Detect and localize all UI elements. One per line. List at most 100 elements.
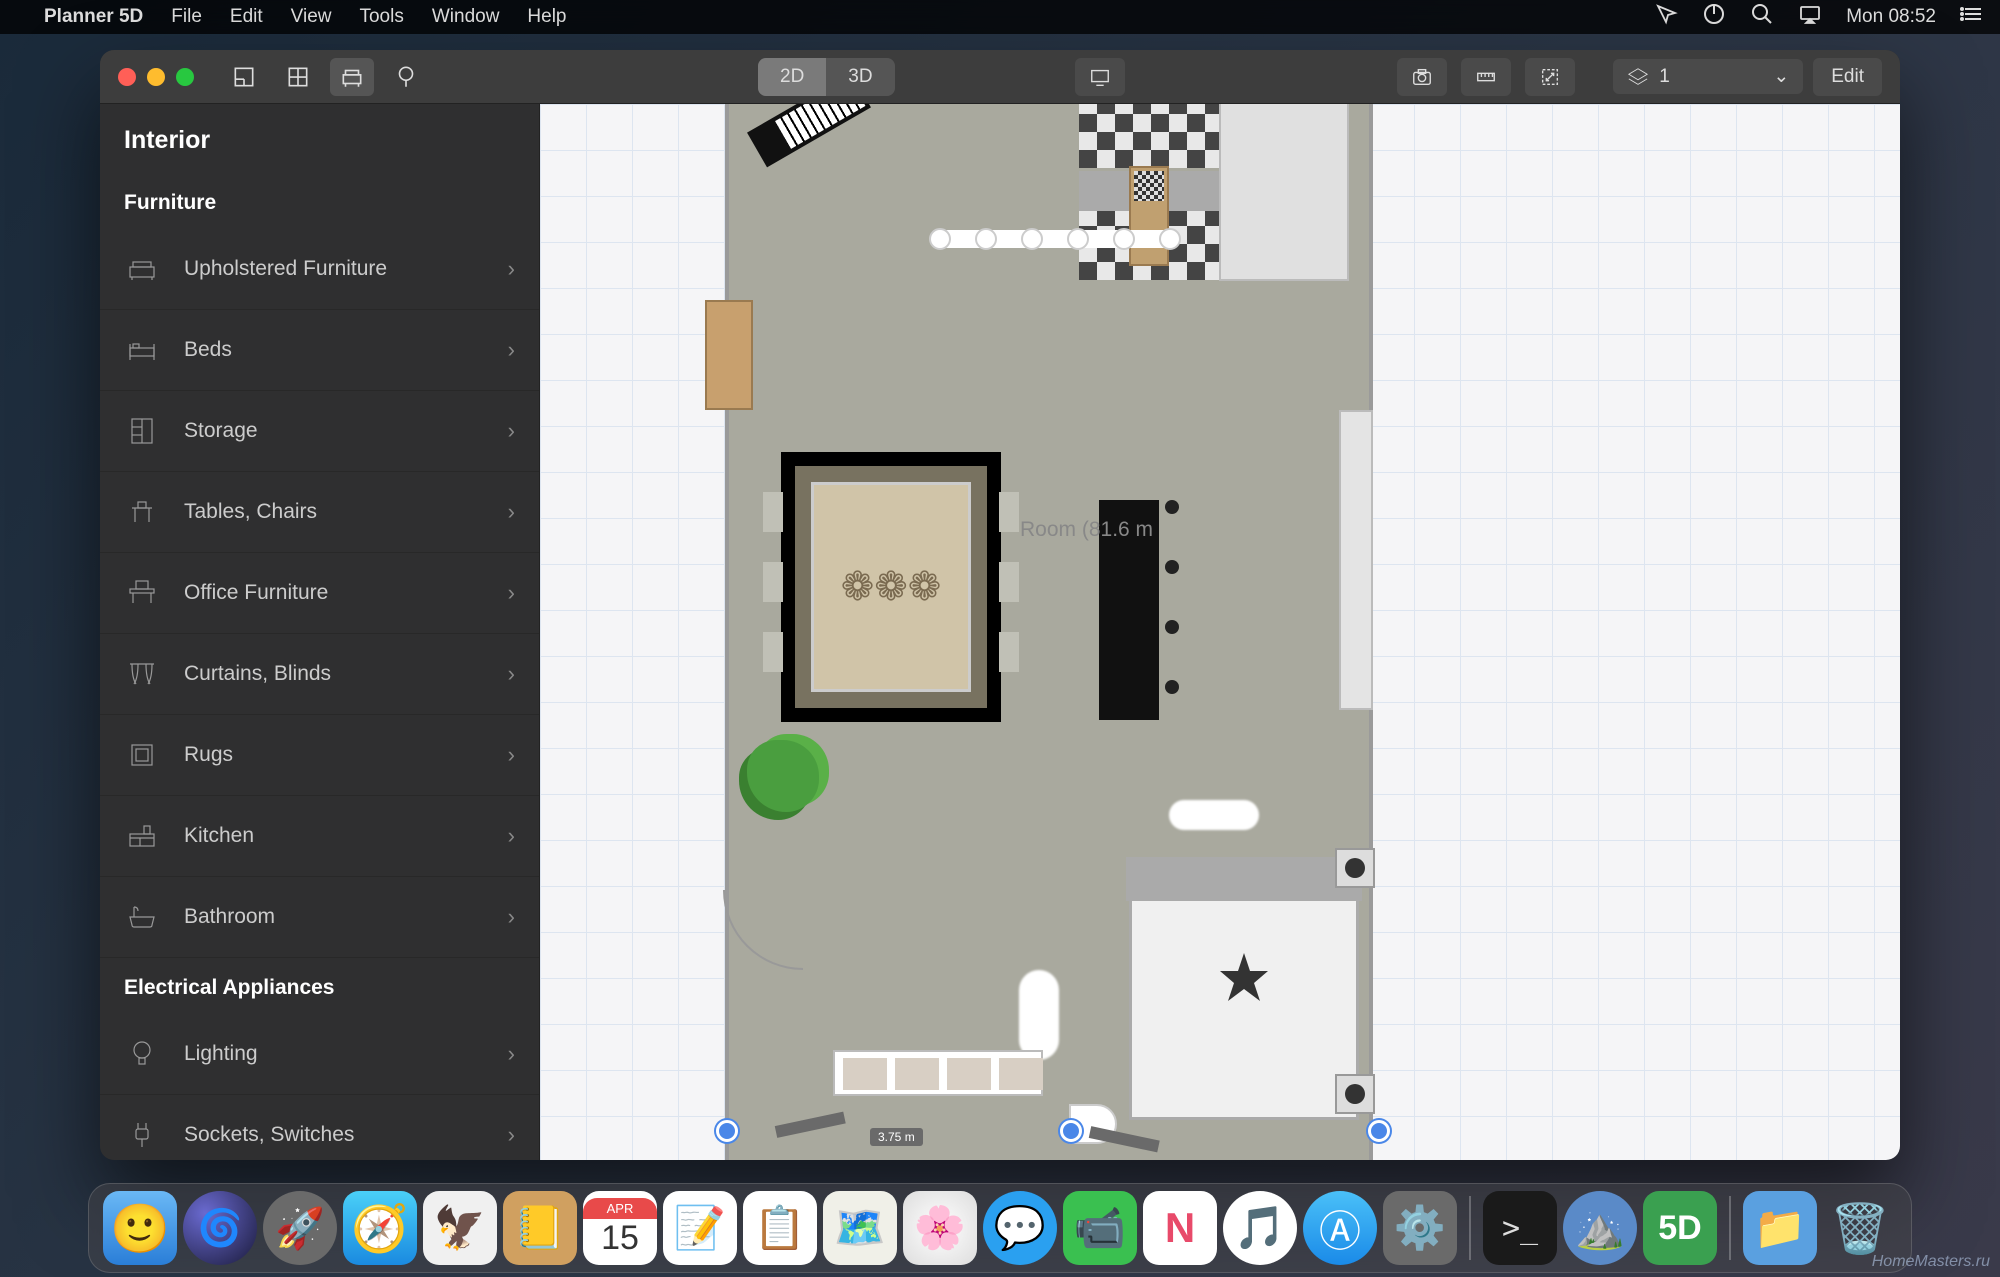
sidebar-item-tables[interactable]: Tables, Chairs › [100,472,539,553]
wall-handle[interactable] [716,1120,738,1142]
curtain-icon [124,656,160,692]
lightbulb-icon [124,1036,160,1072]
menu-list-icon[interactable] [1960,2,1984,32]
sidebar-item-curtains[interactable]: Curtains, Blinds › [100,634,539,715]
power-icon[interactable] [1702,2,1726,32]
layers-dropdown[interactable]: 1 ⌄ [1613,59,1803,94]
plug-icon [124,1117,160,1153]
furn-shelf[interactable] [705,300,753,410]
app-name[interactable]: Planner 5D [44,6,143,28]
sidebar-item-label: Kitchen [184,824,254,848]
room-area[interactable]: ❁❁❁ [725,104,1373,1160]
sidebar-item-bathroom[interactable]: Bathroom › [100,877,539,958]
edit-button[interactable]: Edit [1813,58,1882,96]
furn-living-set[interactable] [1079,104,1359,336]
door-arc[interactable] [723,890,803,970]
window-titlebar: 2D 3D 1 ⌄ Edit [100,50,1900,104]
minimize-button[interactable] [147,68,165,86]
furn-stool[interactable] [1165,620,1179,634]
sidebar-item-label: Lighting [184,1042,258,1066]
dock-separator [1469,1196,1471,1260]
tool-tree-icon[interactable] [384,58,428,96]
dock-reminders-icon[interactable]: 📋 [743,1191,817,1265]
sidebar-item-beds[interactable]: Beds › [100,310,539,391]
tool-render-icon[interactable] [1075,58,1125,96]
furn-bed[interactable] [1129,860,1359,1120]
dock-planner5d-icon[interactable]: 5D [1643,1191,1717,1265]
dock-photos-icon[interactable]: 🌸 [903,1191,977,1265]
furn-dining-rug[interactable]: ❁❁❁ [781,452,1001,722]
sidebar-item-storage[interactable]: Storage › [100,391,539,472]
menu-help[interactable]: Help [527,6,566,28]
dock-appstore-icon[interactable]: Ⓐ [1303,1191,1377,1265]
furn-stool[interactable] [1165,680,1179,694]
dock-notes-icon[interactable]: 📝 [663,1191,737,1265]
dock-finder-icon[interactable]: 🙂 [103,1191,177,1265]
dock-maps-icon[interactable]: 🗺️ [823,1191,897,1265]
menu-edit[interactable]: Edit [230,6,263,28]
sidebar-item-label: Sockets, Switches [184,1123,354,1147]
furn-nightstand[interactable] [1335,1074,1375,1114]
dock-contacts-icon[interactable]: 📒 [503,1191,577,1265]
dock-app-icon[interactable]: ⛰️ [1563,1191,1637,1265]
menu-tools[interactable]: Tools [359,6,403,28]
dock-launchpad-icon[interactable]: 🚀 [263,1191,337,1265]
dock-siri-icon[interactable]: 🌀 [183,1191,257,1265]
search-icon[interactable] [1750,2,1774,32]
tool-grid-icon[interactable] [276,58,320,96]
menu-view[interactable]: View [291,6,332,28]
tool-furniture-icon[interactable] [330,58,374,96]
furn-plant[interactable] [747,740,819,812]
dock-mail-icon[interactable]: 🦅 [423,1191,497,1265]
sidebar-item-rugs[interactable]: Rugs › [100,715,539,796]
menubar-clock[interactable]: Mon 08:52 [1846,6,1936,28]
furn-sideboard[interactable] [833,1050,1043,1096]
furn-nightstand[interactable] [1335,848,1375,888]
tool-room-icon[interactable] [222,58,266,96]
dock-downloads-icon[interactable]: 📁 [1743,1191,1817,1265]
sidebar-item-office[interactable]: Office Furniture › [100,553,539,634]
dock-facetime-icon[interactable]: 📹 [1063,1191,1137,1265]
furn-kitchen-counter[interactable] [1339,410,1373,710]
dock-music-icon[interactable]: 🎵 [1223,1191,1297,1265]
furn-rug-fluffy[interactable] [1169,800,1259,830]
furn-stool[interactable] [1165,560,1179,574]
dock-separator [1729,1196,1731,1260]
menu-file[interactable]: File [171,6,202,28]
sidebar-item-label: Storage [184,419,258,443]
dock-terminal-icon[interactable]: >_ [1483,1191,1557,1265]
dock-calendar-icon[interactable]: APR 15 [583,1191,657,1265]
dock-safari-icon[interactable]: 🧭 [343,1191,417,1265]
sidebar-item-label: Office Furniture [184,581,328,605]
tool-snapshot-icon[interactable] [1397,58,1447,96]
close-button[interactable] [118,68,136,86]
view-3d-button[interactable]: 3D [826,58,894,96]
bed-icon [124,332,160,368]
sidebar[interactable]: Interior Furniture Upholstered Furniture… [100,104,540,1160]
tool-scale-icon[interactable] [1525,58,1575,96]
furn-ceiling-lights[interactable] [939,230,1179,248]
macos-dock: 🙂 🌀 🚀 🧭 🦅 📒 APR 15 📝 📋 🗺️ 🌸 💬 📹 N 🎵 Ⓐ ⚙️… [88,1183,1912,1273]
sidebar-item-sockets[interactable]: Sockets, Switches › [100,1095,539,1160]
wall-handle[interactable] [1060,1120,1082,1142]
furn-rug-fluffy[interactable] [1019,970,1059,1060]
sidebar-item-lighting[interactable]: Lighting › [100,1014,539,1095]
sidebar-item-kitchen[interactable]: Kitchen › [100,796,539,877]
furn-stool[interactable] [1165,500,1179,514]
furn-piano[interactable] [747,104,871,167]
screen-mirror-icon[interactable] [1798,2,1822,32]
sidebar-item-label: Bathroom [184,905,275,929]
chevron-right-icon: › [508,661,515,687]
sidebar-item-upholstered[interactable]: Upholstered Furniture › [100,229,539,310]
wall-handle[interactable] [1368,1120,1390,1142]
tool-measure-icon[interactable] [1461,58,1511,96]
fullscreen-button[interactable] [176,68,194,86]
floorplan-canvas[interactable]: ❁❁❁ [540,104,1900,1160]
cursor-icon[interactable] [1654,2,1678,32]
dock-settings-icon[interactable]: ⚙️ [1383,1191,1457,1265]
menu-window[interactable]: Window [432,6,500,28]
dock-news-icon[interactable]: N [1143,1191,1217,1265]
view-2d-button[interactable]: 2D [758,58,826,96]
sofa-icon [124,251,160,287]
dock-messages-icon[interactable]: 💬 [983,1191,1057,1265]
